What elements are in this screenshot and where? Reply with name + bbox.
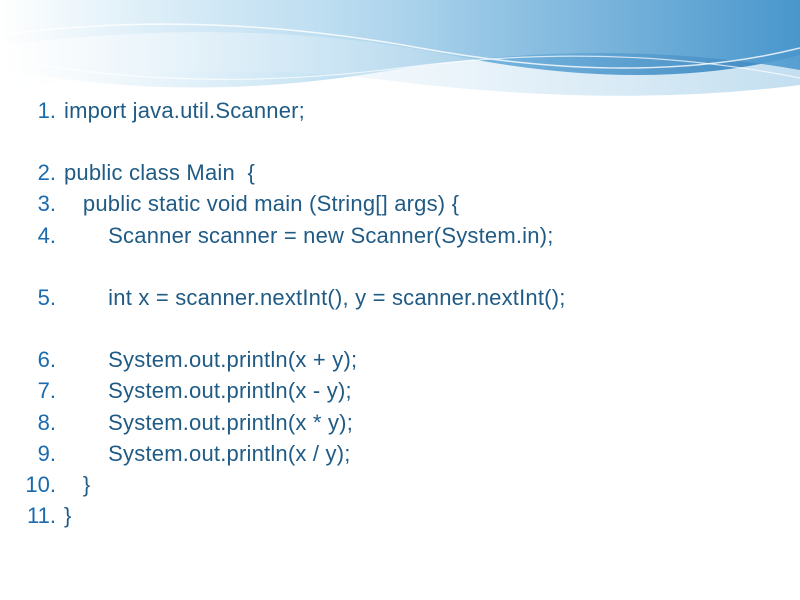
code-text: System.out.println(x - y); <box>64 375 352 406</box>
line-number: 3. <box>24 188 64 219</box>
code-line: 3. public static void main (String[] arg… <box>24 188 776 219</box>
code-text: System.out.println(x * y); <box>64 407 353 438</box>
code-line: 1.import java.util.Scanner; <box>24 95 776 126</box>
code-line: 6. System.out.println(x + y); <box>24 344 776 375</box>
code-text: int x = scanner.nextInt(), y = scanner.n… <box>64 282 566 313</box>
code-line: 2.public class Main { <box>24 157 776 188</box>
line-number: 9. <box>24 438 64 469</box>
line-number: 7. <box>24 375 64 406</box>
line-number: 6. <box>24 344 64 375</box>
code-text: System.out.println(x + y); <box>64 344 357 375</box>
wave-decoration <box>0 0 800 110</box>
line-number: 4. <box>24 220 64 251</box>
code-text: public static void main (String[] args) … <box>64 188 459 219</box>
code-text: import java.util.Scanner; <box>64 95 305 126</box>
line-number: 8. <box>24 407 64 438</box>
line-number: 11. <box>24 500 64 531</box>
line-number: 5. <box>24 282 64 313</box>
line-number: 1. <box>24 95 64 126</box>
code-line: 11.} <box>24 500 776 531</box>
line-number: 2. <box>24 157 64 188</box>
code-text: Scanner scanner = new Scanner(System.in)… <box>64 220 554 251</box>
code-line: 8. System.out.println(x * y); <box>24 407 776 438</box>
code-block: 1.import java.util.Scanner;2.public clas… <box>24 95 776 532</box>
code-text: } <box>64 500 72 531</box>
code-line: 4. Scanner scanner = new Scanner(System.… <box>24 220 776 251</box>
code-text: public class Main { <box>64 157 255 188</box>
code-text: } <box>64 469 91 500</box>
code-line: 7. System.out.println(x - y); <box>24 375 776 406</box>
code-line <box>24 313 776 344</box>
line-number: 10. <box>24 469 64 500</box>
code-text: System.out.println(x / y); <box>64 438 351 469</box>
code-line: 9. System.out.println(x / y); <box>24 438 776 469</box>
code-line: 10. } <box>24 469 776 500</box>
code-line: 5. int x = scanner.nextInt(), y = scanne… <box>24 282 776 313</box>
code-line <box>24 126 776 157</box>
code-line <box>24 251 776 282</box>
